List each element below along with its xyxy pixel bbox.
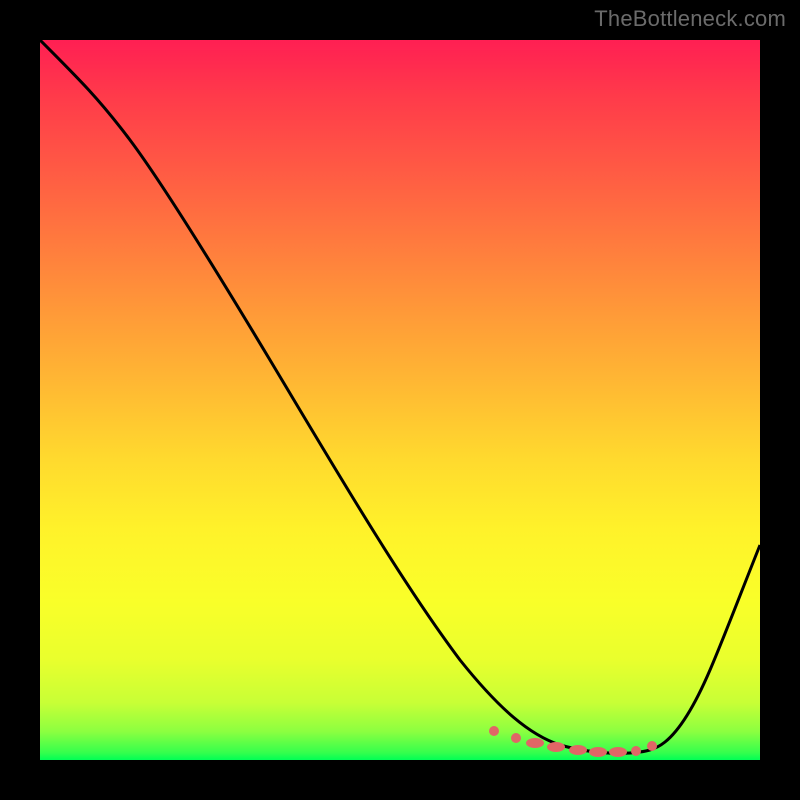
bottleneck-curve bbox=[40, 40, 760, 753]
chart-frame: TheBottleneck.com bbox=[0, 0, 800, 800]
chart-svg bbox=[40, 40, 760, 760]
brand-watermark: TheBottleneck.com bbox=[594, 6, 786, 32]
optimal-markers bbox=[489, 726, 657, 757]
plot-area bbox=[40, 40, 760, 760]
